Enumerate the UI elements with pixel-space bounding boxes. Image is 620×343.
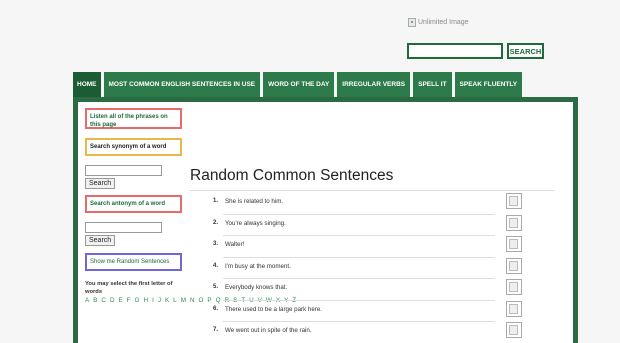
header-image: Unlimited Image bbox=[408, 18, 469, 27]
header-image-alt: Unlimited Image bbox=[418, 19, 469, 26]
letter-link[interactable]: H bbox=[144, 297, 149, 304]
sentence-number: 4. bbox=[212, 262, 218, 269]
letter-link[interactable]: K bbox=[165, 297, 169, 304]
play-audio-icon[interactable] bbox=[506, 300, 522, 317]
main-nav: HOME MOST COMMON ENGLISH SENTENCES IN US… bbox=[73, 72, 523, 100]
letter-link[interactable]: J bbox=[158, 297, 161, 304]
letter-link[interactable]: I bbox=[152, 297, 154, 304]
antonym-search-button[interactable]: Search bbox=[85, 235, 116, 246]
letter-link[interactable]: B bbox=[93, 297, 97, 304]
tab-word-of-the-day[interactable]: WORD OF THE DAY bbox=[263, 72, 335, 97]
letters-label: You may select the first letter of words bbox=[85, 281, 173, 295]
sentence-text: There used to be a large park here. bbox=[225, 305, 322, 313]
sidebar: Listen all of the phrases on this page S… bbox=[85, 108, 296, 305]
letter-link[interactable]: G bbox=[135, 297, 140, 304]
list-item: 3. Walter! bbox=[190, 236, 530, 258]
sentence-text: Everybody knows that. bbox=[225, 284, 288, 291]
tab-spell-it[interactable]: SPELL IT bbox=[413, 72, 452, 97]
sentence-text: She is related to him. bbox=[225, 198, 284, 205]
letter-link[interactable]: M bbox=[181, 297, 186, 304]
antonym-input[interactable] bbox=[85, 222, 162, 233]
sentence-text: I'm busy at the moment. bbox=[225, 262, 291, 270]
title-divider bbox=[190, 190, 554, 191]
search-input[interactable] bbox=[407, 43, 503, 59]
sentence-text: You're always singing. bbox=[225, 219, 286, 227]
letter-link[interactable]: L bbox=[173, 297, 177, 304]
synonym-search-button[interactable]: Search bbox=[85, 178, 116, 189]
tab-home[interactable]: HOME bbox=[73, 72, 101, 100]
page-title: Random Common Sentences bbox=[190, 167, 394, 184]
play-audio-icon[interactable] bbox=[506, 236, 522, 252]
list-item: 2. You're always singing. bbox=[190, 214, 530, 236]
letter-link[interactable]: F bbox=[127, 297, 131, 304]
list-item: 6. There used to be a large park here. bbox=[190, 300, 530, 322]
sentence-list: 1. She is related to him. 2. You're alwa… bbox=[190, 193, 530, 343]
sentence-number: 2. bbox=[212, 219, 218, 226]
listen-all-link[interactable]: Listen all of the phrases on this page bbox=[85, 108, 182, 129]
tab-speak-fluently[interactable]: SPEAK FLUENTLY bbox=[454, 72, 523, 97]
tab-most-common-sentences[interactable]: MOST COMMON ENGLISH SENTENCES IN USE bbox=[103, 72, 261, 97]
play-audio-icon[interactable] bbox=[506, 279, 522, 295]
synonym-input[interactable] bbox=[85, 165, 162, 176]
list-item: 1. She is related to him. bbox=[190, 193, 530, 215]
header-search: SEARCH bbox=[407, 43, 544, 59]
list-item: 4. I'm busy at the moment. bbox=[190, 257, 530, 279]
list-item: 5. Everybody knows that. bbox=[190, 279, 530, 301]
play-audio-icon[interactable] bbox=[506, 214, 522, 231]
sentence-number: 1. bbox=[212, 198, 218, 204]
letter-link[interactable]: D bbox=[110, 297, 115, 304]
sentence-text: Walter! bbox=[225, 241, 245, 248]
sentence-number: 7. bbox=[212, 327, 218, 333]
antonym-label: Search antonym of a word bbox=[85, 195, 182, 213]
play-audio-icon[interactable] bbox=[506, 257, 522, 274]
search-button[interactable]: SEARCH bbox=[507, 43, 544, 59]
letter-link[interactable]: C bbox=[101, 297, 106, 304]
sentence-text: We went out in spite of the rain. bbox=[225, 327, 312, 334]
letter-index: ABCDEFGHIJKLMNOPQRSTUVWXYZ bbox=[85, 297, 296, 305]
play-audio-icon[interactable] bbox=[506, 322, 522, 338]
letter-link[interactable]: A bbox=[85, 297, 89, 304]
synonym-label: Search synonym of a word bbox=[85, 138, 182, 156]
tab-irregular-verbs[interactable]: IRREGULAR VERBS bbox=[337, 72, 411, 97]
sentence-number: 3. bbox=[212, 241, 218, 247]
sentence-number: 6. bbox=[212, 305, 218, 312]
play-audio-icon[interactable] bbox=[506, 193, 522, 209]
sentence-number: 5. bbox=[212, 284, 218, 290]
letter-link[interactable]: E bbox=[119, 297, 123, 304]
broken-image-icon bbox=[408, 18, 416, 27]
list-item: 7. We went out in spite of the rain. bbox=[190, 322, 530, 343]
random-sentences-link[interactable]: Show me Random Sentences bbox=[85, 253, 182, 271]
